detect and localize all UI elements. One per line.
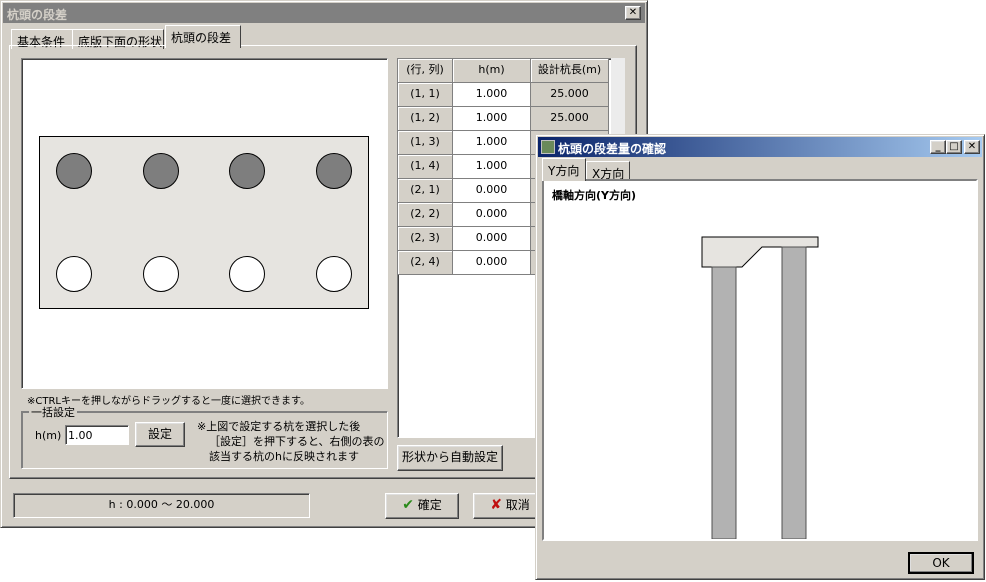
close-icon: ✕ [967,141,977,152]
tab-y-direction[interactable]: Y方向 [542,158,586,181]
step-check-dialog: 杭頭の段差量の確認 _ □ ✕ Y方向 X方向 橋軸方向(Y方向) OK [535,134,985,580]
row-pos: (2, 1) [398,179,453,203]
pile-1-2[interactable] [143,153,179,189]
h-input[interactable]: 1.00 [65,425,129,445]
row-h[interactable]: 0.000 [453,227,531,251]
bulk-setting-title: 一括設定 [29,404,77,420]
elevation-view: 橋軸方向(Y方向) [542,179,978,541]
row-pos: (2, 2) [398,203,453,227]
row-length: 25.000 [531,107,609,131]
left-pile [711,266,737,539]
cross-icon: ✘ [490,497,502,513]
instruction-line: ※上図で設定する杭を選択した後 [197,420,361,433]
app-icon [541,140,555,154]
row-pos: (1, 3) [398,131,453,155]
close-icon: ✕ [628,7,638,18]
row-h[interactable]: 1.000 [453,131,531,155]
minimize-button[interactable]: _ [930,140,946,154]
row-h[interactable]: 0.000 [453,203,531,227]
pile-2-2[interactable] [143,256,179,292]
ok-label: OK [932,556,950,570]
tab-label: Y方向 [548,164,580,178]
main-title-bar[interactable]: 杭頭の段差 ✕ [3,3,645,23]
row-pos: (1, 1) [398,83,453,107]
row-length: 25.000 [531,83,609,107]
tab-label: 杭頭の段差 [171,31,232,45]
instruction-line: ［設定］を押下すると、右側の表の [209,435,385,448]
row-h[interactable]: 0.000 [453,179,531,203]
maximize-button[interactable]: □ [946,140,962,154]
row-pos: (2, 3) [398,227,453,251]
maximize-icon: □ [949,141,959,152]
pile-1-4[interactable] [316,153,352,189]
auto-set-label: 形状から自動設定 [401,450,498,464]
row-pos: (1, 2) [398,107,453,131]
sub-title-bar[interactable]: 杭頭の段差量の確認 _ □ ✕ [538,137,982,157]
ok-button[interactable]: OK [908,552,974,574]
close-button[interactable]: ✕ [625,6,641,20]
header-h: h(m) [453,59,531,83]
row-h[interactable]: 1.000 [453,83,531,107]
header-pos: (行, 列) [398,59,453,83]
confirm-label: 確定 [417,498,442,512]
set-button-label: 設定 [147,427,172,441]
row-pos: (2, 4) [398,251,453,275]
cancel-label: 取消 [505,498,530,512]
h-label: h(m) [35,429,62,442]
sub-title: 杭頭の段差量の確認 [558,142,667,156]
row-h[interactable]: 1.000 [453,107,531,131]
pile-2-1[interactable] [56,256,92,292]
elevation-diagram [701,236,819,539]
pile-2-4[interactable] [316,256,352,292]
bulk-instructions: ※上図で設定する杭を選択した後 ［設定］を押下すると、右側の表の 該当する杭のh… [197,419,385,464]
pile-2-3[interactable] [229,256,265,292]
pile-1-3[interactable] [229,153,265,189]
confirm-button[interactable]: ✔ 確定 [385,493,459,519]
checkmark-icon: ✔ [402,497,414,513]
minimize-icon: _ [935,141,941,152]
row-pos: (1, 4) [398,155,453,179]
range-status: h : 0.000 ～ 20.000 [13,493,310,518]
set-button[interactable]: 設定 [135,422,185,447]
row-h[interactable]: 1.000 [453,155,531,179]
tab-x-direction[interactable]: X方向 [586,161,630,181]
instruction-line: 該当する杭のhに反映されます [209,450,359,463]
pile-1-1[interactable] [56,153,92,189]
sub-close-button[interactable]: ✕ [964,140,980,154]
row-h[interactable]: 0.000 [453,251,531,275]
header-length: 設計杭長(m) [531,59,609,83]
tab-pile-head-step[interactable]: 杭頭の段差 [165,25,241,48]
right-pile [781,246,807,539]
auto-set-button[interactable]: 形状から自動設定 [397,445,503,471]
main-title: 杭頭の段差 [7,8,68,22]
